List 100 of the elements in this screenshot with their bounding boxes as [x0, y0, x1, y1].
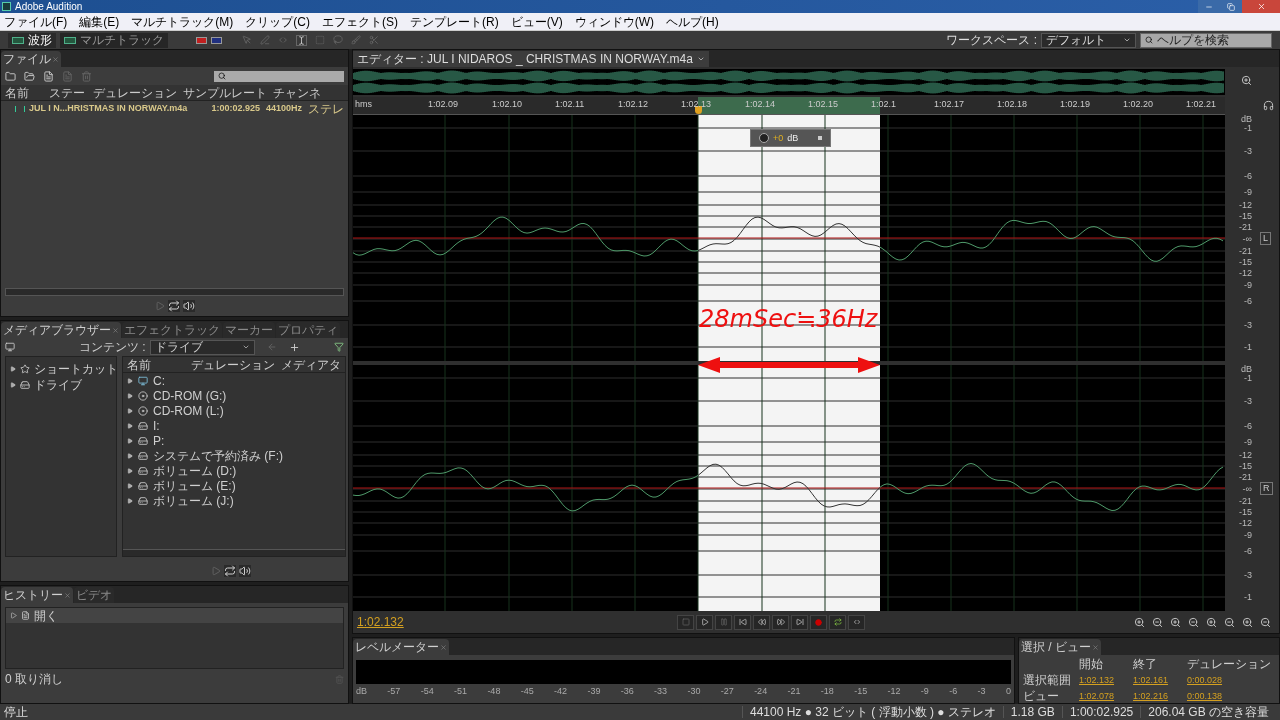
zoom-in-icon[interactable]	[1206, 616, 1217, 628]
filter-icon[interactable]	[334, 342, 344, 352]
column-header[interactable]: メディアタ	[281, 358, 341, 371]
time-value[interactable]: 0:00.028	[1187, 675, 1241, 685]
view-icon[interactable]	[5, 342, 15, 352]
panel-tab[interactable]: エフェクトラック	[122, 322, 222, 338]
spectral-icon[interactable]	[211, 36, 222, 44]
ruler-label: 1:02.12	[618, 100, 649, 109]
panel-tab[interactable]: マーカー	[223, 322, 275, 338]
menu-item[interactable]: マルチトラック(M)	[131, 15, 234, 28]
headphones-icon[interactable]	[1263, 100, 1274, 111]
column-header[interactable]: チャンネ	[273, 86, 321, 99]
menu-item[interactable]: 編集(E)	[79, 15, 120, 28]
column-header[interactable]: サンプルレート	[183, 86, 269, 99]
add-icon[interactable]	[288, 341, 300, 353]
zoom-in-icon[interactable]	[1170, 616, 1181, 628]
time-value[interactable]: 0:00.138	[1187, 691, 1241, 701]
file-row[interactable]: JUL I N...HRISTMAS IN NORWAY.m4a 1:00:02.925 44100Hz ステレ	[1, 101, 348, 116]
zoom-in-icon[interactable]	[1134, 616, 1145, 628]
expand-arrow-icon[interactable]	[127, 452, 133, 459]
skip-forward-button[interactable]	[791, 614, 808, 630]
column-header[interactable]: 名前	[5, 86, 45, 99]
drive-row[interactable]: ボリューム (J:)	[123, 493, 345, 508]
drive-row[interactable]: CD-ROM (G:)	[123, 388, 345, 403]
loop-button[interactable]	[829, 614, 846, 630]
skip-button[interactable]	[848, 614, 865, 630]
panel-tab[interactable]: プロパティ	[276, 322, 340, 338]
expand-arrow-icon[interactable]	[127, 422, 133, 429]
tree-item[interactable]: ドライブ	[6, 377, 116, 393]
time-value[interactable]: 1:02.132	[1079, 675, 1133, 685]
mode-button[interactable]: 波形	[8, 32, 56, 48]
db-label: -12	[1239, 519, 1252, 528]
expand-arrow-icon[interactable]	[10, 382, 16, 388]
db-label: -3	[1244, 571, 1252, 580]
loop-icon[interactable]	[223, 565, 236, 577]
panel-tab[interactable]: ファイル	[1, 51, 61, 67]
search-field[interactable]	[214, 70, 344, 82]
expand-arrow-icon[interactable]	[127, 497, 133, 504]
drive-row[interactable]: ボリューム (D:)	[123, 463, 345, 478]
menu-item[interactable]: テンプレート(R)	[410, 15, 499, 28]
gain-value: +0	[773, 133, 784, 143]
menu-item[interactable]: ビュー(V)	[510, 15, 563, 28]
maximize-button[interactable]	[1220, 0, 1242, 13]
speaker-icon[interactable]	[182, 300, 195, 312]
expand-arrow-icon[interactable]	[127, 392, 133, 399]
editor-tab[interactable]: エディター : JUL I NIDAROS _ CHRISTMAS IN NORWAY.m4a	[353, 51, 709, 67]
zoom-in-icon[interactable]	[1242, 616, 1253, 628]
drive-row[interactable]: CD-ROM (L:)	[123, 403, 345, 418]
menu-item[interactable]: クリップ(C)	[245, 15, 310, 28]
drive-row[interactable]: P:	[123, 433, 345, 448]
playhead-marker[interactable]	[695, 106, 702, 114]
zoom-out-icon[interactable]	[1260, 616, 1271, 628]
column-header[interactable]: デュレーション	[93, 86, 179, 99]
time-value[interactable]: 1:02.078	[1079, 691, 1133, 701]
expand-arrow-icon[interactable]	[127, 437, 133, 444]
panel-tab[interactable]: レベルメーター	[353, 639, 449, 655]
expand-arrow-icon[interactable]	[127, 407, 133, 414]
drive-row[interactable]: ボリューム (E:)	[123, 478, 345, 493]
workspace-dropdown[interactable]: デフォルト	[1041, 32, 1136, 48]
time-value[interactable]: 1:02.161	[1133, 675, 1187, 685]
zoom-out-icon[interactable]	[1224, 616, 1235, 628]
fast-forward-button[interactable]	[772, 614, 789, 630]
help-search-field[interactable]: ヘルプを検索	[1140, 32, 1272, 48]
drive-row[interactable]: システムで予約済み (F:)	[123, 448, 345, 463]
menu-item[interactable]: ヘルプ(H)	[666, 15, 719, 28]
content-dropdown[interactable]: ドライブ	[149, 339, 255, 355]
loop-icon[interactable]	[167, 300, 180, 312]
time-value[interactable]: 1:02.216	[1133, 691, 1187, 701]
drive-row[interactable]: C:	[123, 373, 345, 388]
history-item[interactable]: 開く	[6, 608, 343, 623]
skip-back-button[interactable]	[734, 614, 751, 630]
panel-tab[interactable]: ビデオ	[74, 587, 114, 603]
expand-arrow-icon[interactable]	[127, 467, 133, 474]
rewind-button[interactable]	[753, 614, 770, 630]
menu-item[interactable]: ウィンドウ(W)	[574, 15, 654, 28]
zoom-out-icon[interactable]	[1152, 616, 1163, 628]
menu-item[interactable]: エフェクト(S)	[322, 15, 398, 28]
spectral-icon[interactable]	[196, 36, 207, 44]
zoom-icon[interactable]	[1241, 74, 1252, 86]
menu-item[interactable]: ファイル(F)	[4, 15, 68, 28]
record-button[interactable]	[810, 614, 827, 630]
mode-button[interactable]: マルチトラック	[60, 32, 168, 48]
expand-arrow-icon[interactable]	[10, 366, 16, 372]
drive-row[interactable]: I:	[123, 418, 345, 433]
zoom-out-icon[interactable]	[1188, 616, 1199, 628]
speaker-icon[interactable]	[238, 565, 251, 577]
panel-tab[interactable]: ヒストリー	[1, 587, 73, 603]
column-header[interactable]: 名前	[127, 358, 191, 371]
folder-icon[interactable]	[5, 70, 16, 82]
expand-arrow-icon[interactable]	[127, 482, 133, 489]
panel-tab[interactable]: 選択 / ビュー	[1019, 639, 1101, 655]
play-button[interactable]	[696, 614, 713, 630]
tree-item[interactable]: ショートカット	[6, 361, 116, 377]
column-header[interactable]: ステー	[49, 86, 89, 99]
cursor-tool-icon[interactable]	[296, 34, 307, 46]
status-text: 停止	[4, 706, 28, 718]
expand-arrow-icon[interactable]	[127, 377, 133, 384]
column-header[interactable]: デュレーション	[191, 358, 281, 371]
folder-icon[interactable]	[24, 70, 35, 82]
panel-tab[interactable]: メディアブラウザー	[1, 322, 121, 338]
